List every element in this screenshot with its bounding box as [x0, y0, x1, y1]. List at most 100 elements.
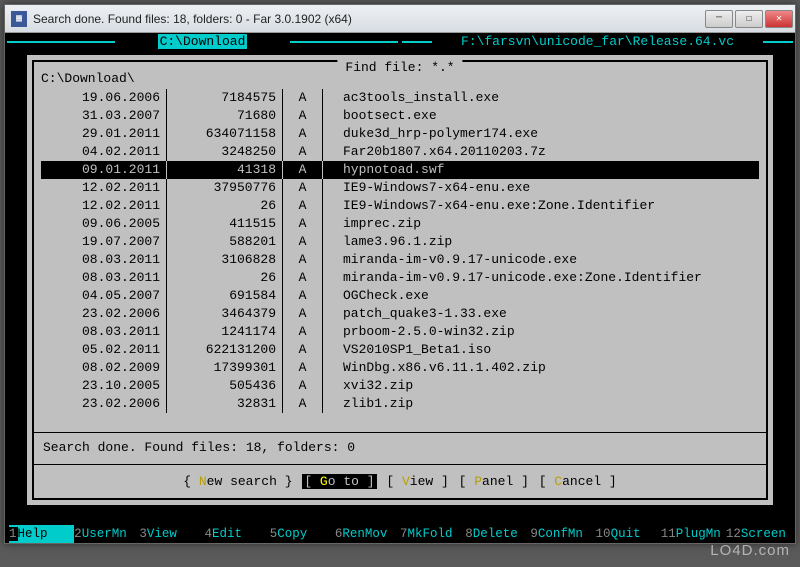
file-size: 41318 — [167, 161, 283, 179]
file-date: 19.07.2007 — [41, 233, 167, 251]
file-size: 411515 — [167, 215, 283, 233]
right-panel-tab[interactable]: F:\farsvn\unicode_far\Release.64.vc — [400, 33, 795, 51]
file-date: 31.03.2007 — [41, 107, 167, 125]
panel-headers: C:\Download F:\farsvn\unicode_far\Releas… — [5, 33, 795, 51]
file-attr: A — [283, 395, 323, 413]
file-date: 12.02.2011 — [41, 197, 167, 215]
fkey-f4[interactable]: 4Edit — [205, 525, 270, 543]
file-date: 12.02.2011 — [41, 179, 167, 197]
file-row[interactable]: 19.07.2007588201Alame3.96.1.zip — [41, 233, 759, 251]
fkey-f11[interactable]: 11PlugMn — [661, 525, 726, 543]
titlebar[interactable]: ▦ Search done. Found files: 18, folders:… — [5, 5, 795, 33]
file-name: ac3tools_install.exe — [323, 89, 759, 107]
fkey-f5[interactable]: 5Copy — [270, 525, 335, 543]
fkey-f1[interactable]: 1Help — [9, 525, 74, 543]
fkey-number: 1 — [9, 527, 18, 541]
file-row[interactable]: 12.02.201126AIE9-Windows7-x64-enu.exe:Zo… — [41, 197, 759, 215]
fkey-f10[interactable]: 10Quit — [596, 525, 661, 543]
file-row[interactable]: 08.03.20111241174Aprboom-2.5.0-win32.zip — [41, 323, 759, 341]
file-attr: A — [283, 341, 323, 359]
fkey-f8[interactable]: 8Delete — [465, 525, 530, 543]
file-size: 1241174 — [167, 323, 283, 341]
file-name: IE9-Windows7-x64-enu.exe — [323, 179, 759, 197]
file-row[interactable]: 08.03.201126Amiranda-im-v0.9.17-unicode.… — [41, 269, 759, 287]
fkey-label: ConfMn — [538, 527, 583, 541]
minimize-button[interactable]: ─ — [705, 10, 733, 28]
fkey-number: 3 — [139, 527, 147, 541]
file-row[interactable]: 19.06.20067184575Aac3tools_install.exe — [41, 89, 759, 107]
file-row[interactable]: 09.01.201141318Ahypnotoad.swf — [41, 161, 759, 179]
file-name: hypnotoad.swf — [323, 161, 759, 179]
fkey-f3[interactable]: 3View — [139, 525, 204, 543]
fkey-label: UserMn — [82, 527, 127, 541]
dialog-title: Find file: *.* — [337, 60, 462, 75]
fkey-label: MkFold — [408, 527, 453, 541]
file-attr: A — [283, 377, 323, 395]
file-attr: A — [283, 197, 323, 215]
goto-button[interactable]: [ Go to ] — [302, 474, 376, 489]
file-attr: A — [283, 179, 323, 197]
fkey-f12[interactable]: 12Screen — [726, 525, 791, 543]
file-attr: A — [283, 269, 323, 287]
new-search-button[interactable]: { New search } — [183, 474, 292, 489]
fkey-label: Help — [18, 527, 48, 541]
file-row[interactable]: 04.05.2007691584AOGCheck.exe — [41, 287, 759, 305]
close-button[interactable]: ✕ — [765, 10, 793, 28]
file-name: IE9-Windows7-x64-enu.exe:Zone.Identifier — [323, 197, 759, 215]
file-attr: A — [283, 125, 323, 143]
fkey-f2[interactable]: 2UserMn — [74, 525, 139, 543]
fkey-label: Delete — [473, 527, 518, 541]
view-button[interactable]: [ View ] — [386, 474, 448, 489]
file-row[interactable]: 23.02.20063464379Apatch_quake3-1.33.exe — [41, 305, 759, 323]
file-row[interactable]: 09.06.2005411515Aimprec.zip — [41, 215, 759, 233]
file-date: 08.02.2009 — [41, 359, 167, 377]
file-attr: A — [283, 233, 323, 251]
maximize-button[interactable]: ☐ — [735, 10, 763, 28]
file-row[interactable]: 05.02.2011622131200AVS2010SP1_Beta1.iso — [41, 341, 759, 359]
fkey-number: 2 — [74, 527, 82, 541]
cancel-button[interactable]: [ Cancel ] — [539, 474, 617, 489]
file-name: WinDbg.x86.v6.11.1.402.zip — [323, 359, 759, 377]
app-window: ▦ Search done. Found files: 18, folders:… — [4, 4, 796, 544]
file-date: 08.03.2011 — [41, 323, 167, 341]
file-date: 09.06.2005 — [41, 215, 167, 233]
file-attr: A — [283, 161, 323, 179]
file-attr: A — [283, 89, 323, 107]
fkey-f9[interactable]: 9ConfMn — [530, 525, 595, 543]
file-size: 32831 — [167, 395, 283, 413]
file-row[interactable]: 04.02.20113248250AFar20b1807.x64.2011020… — [41, 143, 759, 161]
app-icon: ▦ — [11, 11, 27, 27]
file-size: 3248250 — [167, 143, 283, 161]
file-date: 08.03.2011 — [41, 269, 167, 287]
file-attr: A — [283, 287, 323, 305]
fkey-label: Quit — [611, 527, 641, 541]
find-file-dialog: Find file: *.* C:\Download\ 19.06.200671… — [27, 55, 773, 505]
file-row[interactable]: 08.03.20113106828Amiranda-im-v0.9.17-uni… — [41, 251, 759, 269]
file-row[interactable]: 23.10.2005505436Axvi32.zip — [41, 377, 759, 395]
file-date: 23.02.2006 — [41, 395, 167, 413]
file-row[interactable]: 08.02.200917399301AWinDbg.x86.v6.11.1.40… — [41, 359, 759, 377]
file-name: duke3d_hrp-polymer174.exe — [323, 125, 759, 143]
fkey-number: 9 — [530, 527, 538, 541]
fkey-number: 11 — [661, 527, 676, 541]
fkey-number: 12 — [726, 527, 741, 541]
fkey-f7[interactable]: 7MkFold — [400, 525, 465, 543]
file-name: lame3.96.1.zip — [323, 233, 759, 251]
file-row[interactable]: 12.02.201137950776AIE9-Windows7-x64-enu.… — [41, 179, 759, 197]
file-attr: A — [283, 359, 323, 377]
fkey-f6[interactable]: 6RenMov — [335, 525, 400, 543]
file-size: 691584 — [167, 287, 283, 305]
file-size: 3106828 — [167, 251, 283, 269]
left-panel-tab[interactable]: C:\Download — [5, 33, 400, 51]
file-row[interactable]: 23.02.200632831Azlib1.zip — [41, 395, 759, 413]
file-list[interactable]: 19.06.20067184575Aac3tools_install.exe31… — [41, 89, 759, 427]
fkey-label: Screen — [741, 527, 786, 541]
panel-button[interactable]: [ Panel ] — [459, 474, 529, 489]
fkey-label: PlugMn — [676, 527, 721, 541]
file-attr: A — [283, 107, 323, 125]
file-date: 08.03.2011 — [41, 251, 167, 269]
file-row[interactable]: 29.01.2011634071158Aduke3d_hrp-polymer17… — [41, 125, 759, 143]
file-size: 3464379 — [167, 305, 283, 323]
right-panel-path: F:\farsvn\unicode_far\Release.64.vc — [459, 34, 736, 49]
file-row[interactable]: 31.03.200771680Abootsect.exe — [41, 107, 759, 125]
